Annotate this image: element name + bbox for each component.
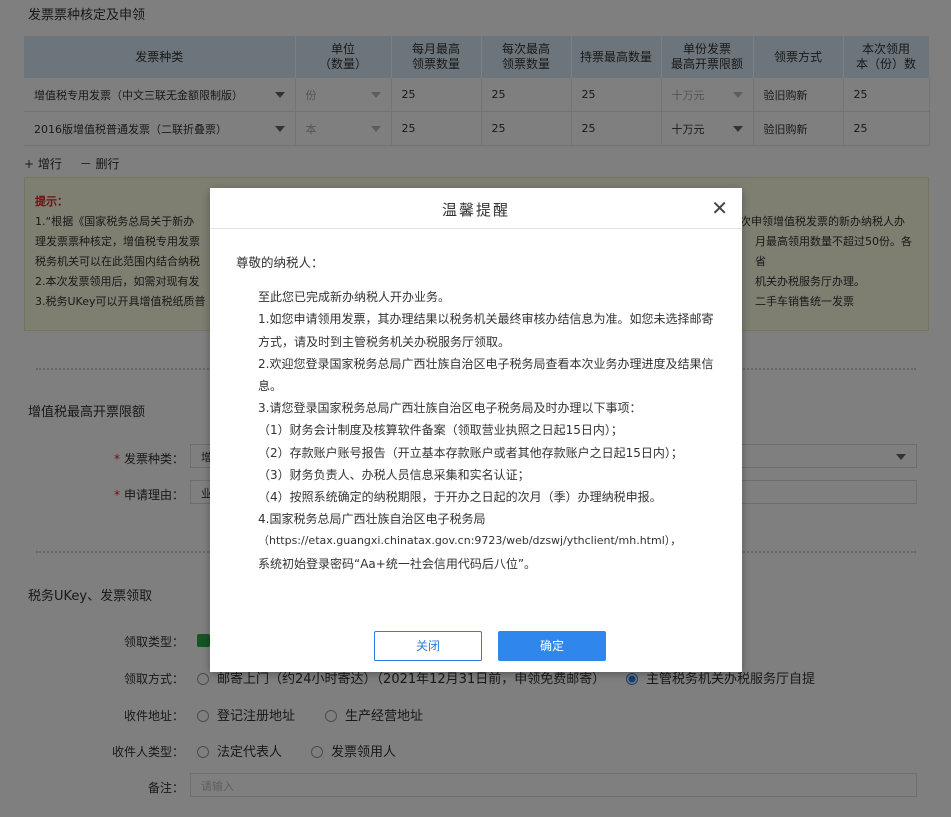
reminder-dialog: 温馨提醒 ✕ 尊敬的纳税人： 至此您已完成新办纳税人开办业务。 1.如您申请领用… xyxy=(210,188,742,672)
dialog-header: 温馨提醒 ✕ xyxy=(210,188,742,229)
dialog-line: 1.如您申请领用发票，其办理结果以税务机关最终审核办结信息为准。如您未选择邮寄方… xyxy=(258,312,714,349)
dialog-line: （4）按照系统确定的纳税期限，于开办之日起的次月（季）办理纳税申报。 xyxy=(258,490,662,505)
close-icon[interactable]: ✕ xyxy=(711,196,728,220)
dialog-line: （1）财务会计制度及核算软件备案（领取营业执照之日起15日内）； xyxy=(258,423,623,438)
dialog-line: 至此您已完成新办纳税人开办业务。 xyxy=(258,290,451,305)
confirm-button[interactable]: 确定 xyxy=(498,631,606,661)
dialog-link[interactable]: （https://etax.guangxi.chinatax.gov.cn:97… xyxy=(236,530,716,552)
dialog-line: （2）存款账户账号报告（开立基本存款账户或者其他存款账户之日起15日内）； xyxy=(258,445,683,460)
dialog-line: （3）财务负责人、办税人员信息采集和实名认证； xyxy=(258,467,530,482)
dialog-line: 系统初始登录密码“Aa+统一社会信用代码后八位”。 xyxy=(258,556,537,571)
dialog-title: 温馨提醒 xyxy=(441,201,510,219)
dialog-line: 2.欢迎您登录国家税务总局广西壮族自治区电子税务局查看本次业务办理进度及结果信息… xyxy=(258,356,714,394)
dialog-body: 尊敬的纳税人： 至此您已完成新办纳税人开办业务。 1.如您申请领用发票，其办理结… xyxy=(236,252,716,575)
dialog-line: 4.国家税务总局广西壮族自治区电子税务局 xyxy=(258,512,486,527)
dialog-line: 3.请您登录国家税务总局广西壮族自治区电子税务局及时办理以下事项： xyxy=(258,401,642,416)
greeting: 尊敬的纳税人： xyxy=(236,255,324,270)
close-button[interactable]: 关闭 xyxy=(374,631,482,661)
